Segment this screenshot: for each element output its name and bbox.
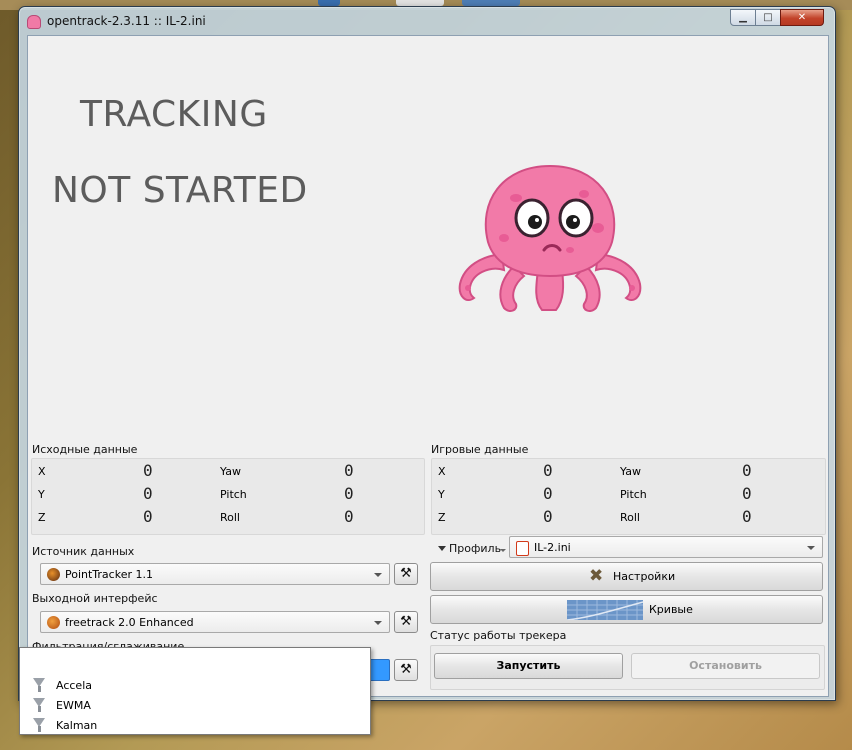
filter-option-accela[interactable]: Accela: [20, 676, 368, 696]
window-title: opentrack-2.3.11 :: IL-2.ini: [47, 14, 206, 28]
filter-funnel-stem: [38, 706, 41, 712]
filter-option-kalman[interactable]: Kalman: [20, 716, 368, 736]
close-button[interactable]: ✕: [780, 9, 824, 26]
hammer-icon: ⚒: [400, 662, 412, 677]
protocol-select[interactable]: freetrack 2.0 Enhanced: [40, 611, 390, 633]
settings-button-label: Настройки: [613, 570, 676, 583]
pointtracker-icon: [47, 568, 60, 581]
profile-menu-small-arrow-icon[interactable]: [500, 549, 506, 552]
curves-button[interactable]: Кривые: [430, 595, 823, 624]
raw-pose-label: Исходные данные: [32, 443, 138, 456]
value-display: 0: [143, 461, 153, 480]
filter-option-label: Accela: [56, 679, 92, 692]
tracking-status-line1: TRACKING: [80, 94, 268, 135]
pose-row: Y 0 Pitch 0: [32, 486, 424, 502]
filter-dropdown-list: Accela EWMA Kalman: [19, 647, 371, 735]
axis-label: Roll: [620, 511, 640, 524]
raw-pose-panel: X 0 Yaw 0 Y 0 Pitch 0 Z 0 Roll 0: [31, 458, 425, 535]
axis-label: Z: [438, 511, 446, 524]
filter-option-label: Kalman: [56, 719, 98, 732]
axis-label: Pitch: [220, 488, 247, 501]
axis-label: Roll: [220, 511, 240, 524]
value-display: 0: [742, 461, 752, 480]
pose-row: X 0 Yaw 0: [432, 463, 825, 479]
protocol-label: Выходной интерфейс: [32, 592, 158, 605]
profile-selected-value: IL-2.ini: [534, 541, 571, 554]
curves-button-label: Кривые: [649, 603, 693, 616]
maximize-button[interactable]: □: [755, 9, 781, 26]
value-display: 0: [344, 461, 354, 480]
main-panel: TRACKING NOT STARTED Исходные данные X 0…: [27, 35, 829, 697]
axis-label: Z: [38, 511, 46, 524]
freetrack-icon: [47, 616, 60, 629]
hammer-icon: ⚒: [400, 566, 412, 581]
filter-funnel-stem: [38, 686, 41, 692]
profile-menu-arrow-icon[interactable]: [438, 546, 446, 551]
value-display: 0: [143, 507, 153, 526]
filter-option-ewma[interactable]: EWMA: [20, 696, 368, 716]
octopus-app-icon: [27, 15, 41, 29]
settings-button[interactable]: ✖ Настройки: [430, 562, 823, 591]
profile-file-icon: [516, 541, 529, 556]
stop-button: Остановить: [631, 653, 820, 679]
tracker-settings-button[interactable]: ⚒: [394, 563, 418, 585]
chevron-down-icon: [374, 621, 382, 625]
filter-option-label: EWMA: [56, 699, 91, 712]
app-window: opentrack-2.3.11 :: IL-2.ini ▁ □ ✕ TRACK…: [18, 6, 836, 701]
axis-label: Y: [38, 488, 45, 501]
axis-label: Yaw: [220, 465, 241, 478]
pose-row: X 0 Yaw 0: [32, 463, 424, 479]
axis-label: X: [38, 465, 46, 478]
filter-funnel-stem: [38, 726, 41, 732]
curve-graph-icon: [567, 600, 643, 620]
axis-label: X: [438, 465, 446, 478]
pose-row: Y 0 Pitch 0: [432, 486, 825, 502]
axis-label: Yaw: [620, 465, 641, 478]
protocol-settings-button[interactable]: ⚒: [394, 611, 418, 633]
octopus-mascot-image: [458, 164, 642, 312]
value-display: 0: [344, 507, 354, 526]
filter-settings-button[interactable]: ⚒: [394, 659, 418, 681]
tracker-selected-value: PointTracker 1.1: [65, 568, 153, 581]
value-display: 0: [543, 484, 553, 503]
axis-label: Pitch: [620, 488, 647, 501]
value-display: 0: [543, 461, 553, 480]
value-display: 0: [742, 507, 752, 526]
value-display: 0: [344, 484, 354, 503]
pose-row: Z 0 Roll 0: [32, 509, 424, 525]
axis-label: Y: [438, 488, 445, 501]
hammer-icon: ⚒: [400, 614, 412, 629]
protocol-selected-value: freetrack 2.0 Enhanced: [65, 616, 194, 629]
tools-icon: ✖: [589, 566, 604, 586]
value-display: 0: [543, 507, 553, 526]
game-pose-panel: X 0 Yaw 0 Y 0 Pitch 0 Z 0 Roll 0: [431, 458, 826, 535]
video-frame: TRACKING NOT STARTED: [28, 36, 828, 436]
game-pose-label: Игровые данные: [431, 443, 529, 456]
pose-row: Z 0 Roll 0: [432, 509, 825, 525]
profile-label: Профиль: [449, 542, 502, 555]
value-display: 0: [742, 484, 752, 503]
value-display: 0: [143, 484, 153, 503]
chevron-down-icon: [374, 573, 382, 577]
status-panel: Запустить Остановить: [430, 645, 825, 690]
chevron-down-icon: [807, 546, 815, 550]
tracking-status-line2: NOT STARTED: [52, 170, 308, 211]
start-button[interactable]: Запустить: [434, 653, 623, 679]
tracker-label: Источник данных: [32, 545, 135, 558]
profile-select[interactable]: IL-2.ini: [509, 536, 823, 558]
minimize-button[interactable]: ▁: [730, 9, 756, 26]
tracker-select[interactable]: PointTracker 1.1: [40, 563, 390, 585]
title-bar[interactable]: opentrack-2.3.11 :: IL-2.ini ▁ □ ✕: [19, 7, 835, 35]
status-label: Статус работы трекера: [430, 629, 567, 642]
